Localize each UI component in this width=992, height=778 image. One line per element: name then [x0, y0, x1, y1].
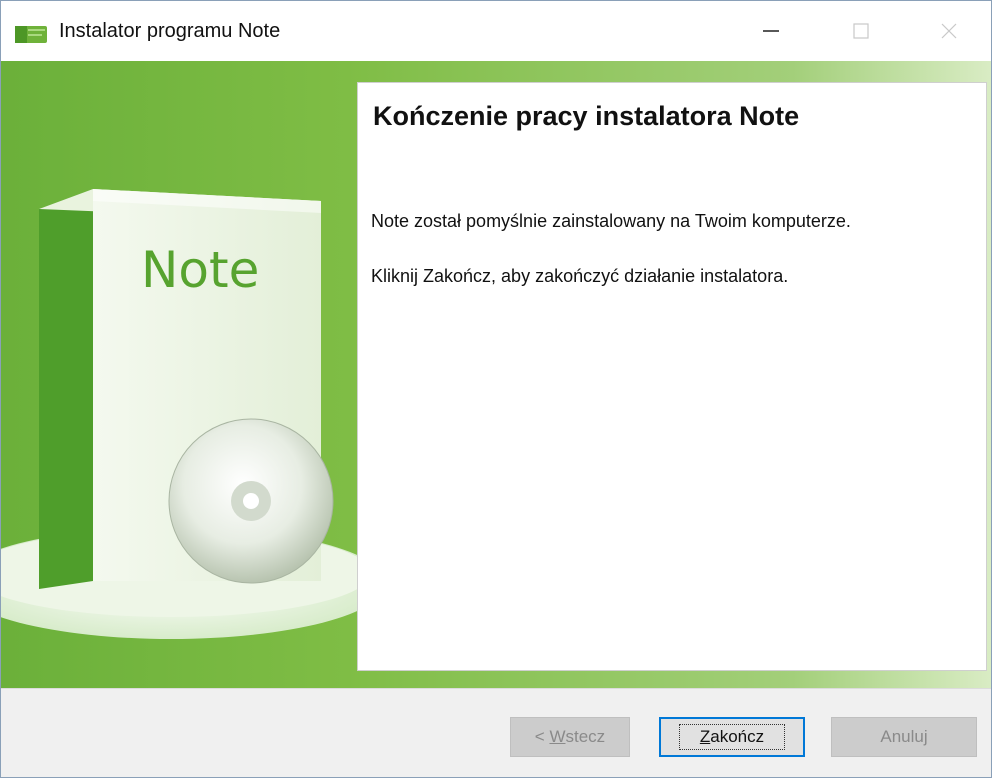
title-bar[interactable]: Instalator programu Note	[1, 1, 991, 61]
instruction-message: Kliknij Zakończ, aby zakończyć działanie…	[371, 266, 789, 286]
wizard-content: Note Kończenie pracy instalatora Note No…	[1, 61, 991, 688]
close-icon	[941, 23, 956, 39]
back-prefix: <	[534, 727, 550, 746]
back-label-rest: stecz	[565, 727, 606, 746]
back-button[interactable]: < Wstecz	[510, 717, 630, 757]
window-title: Instalator programu Note	[59, 20, 281, 42]
close-button[interactable]	[906, 1, 991, 61]
maximize-icon	[853, 23, 869, 39]
box-label: Note	[141, 241, 260, 299]
success-message: Note został pomyślnie zainstalowany na T…	[371, 211, 851, 231]
back-mnemonic: W	[549, 727, 566, 746]
cancel-button[interactable]: Anuluj	[831, 717, 977, 757]
installer-app-icon	[15, 23, 47, 45]
installer-window: Instalator programu Note Note Kończenie …	[0, 0, 992, 778]
finish-button[interactable]: Zakończ	[659, 717, 805, 757]
button-bar: < Wstecz Zakończ Anuluj	[1, 688, 991, 777]
minimize-icon	[763, 30, 779, 32]
finish-label-rest: akończ	[710, 727, 765, 746]
finish-mnemonic: Z	[699, 727, 711, 746]
page-title: Kończenie pracy instalatora Note	[373, 101, 800, 131]
finish-label: Zakończ	[678, 724, 786, 750]
minimize-button[interactable]	[726, 1, 816, 61]
maximize-button[interactable]	[816, 1, 906, 61]
content-panel: Kończenie pracy instalatora Note Note zo…	[357, 82, 987, 671]
